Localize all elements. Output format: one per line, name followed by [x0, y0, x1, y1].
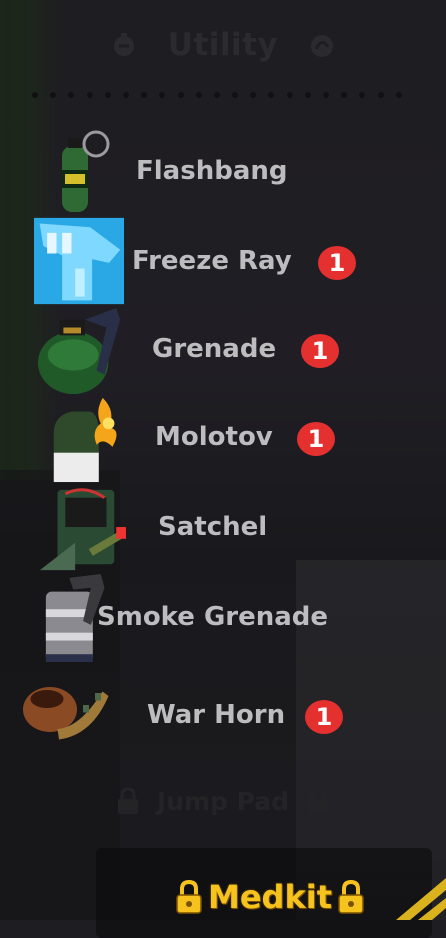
utility-icon: [113, 33, 134, 56]
list-item-freeze-ray[interactable]: Freeze Ray 1: [0, 217, 446, 305]
list-item-flashbang[interactable]: Flashbang: [0, 128, 446, 214]
list-item-war-horn[interactable]: War Horn 1: [0, 672, 446, 758]
panel-header: Utility: [0, 22, 446, 68]
list-item-grenade[interactable]: Grenade 1: [0, 306, 446, 395]
utility-icon-right: [311, 35, 334, 57]
lock-icon: [117, 787, 138, 814]
header-divider: [32, 92, 402, 98]
notification-badge: 1: [318, 246, 356, 280]
item-label: Molotov: [155, 422, 273, 452]
item-label: Freeze Ray: [132, 246, 292, 276]
item-label: Smoke Grenade: [97, 602, 329, 632]
item-label: Flashbang: [136, 156, 288, 186]
satchel-icon: [39, 488, 126, 571]
highlight-stripe: [396, 878, 446, 920]
gold-lock-icon: [176, 879, 202, 914]
list-item-smoke-grenade[interactable]: Smoke Grenade: [0, 574, 446, 663]
molotov-icon: [53, 397, 117, 483]
flashbang-icon: [62, 130, 110, 212]
notification-badge: 1: [297, 422, 335, 456]
page-title: Utility: [167, 27, 279, 63]
list-item-jump-pad[interactable]: Jump Pad: [0, 778, 446, 824]
item-label: War Horn: [147, 700, 286, 730]
item-label: Grenade: [152, 334, 277, 364]
gold-lock-icon: [338, 879, 364, 914]
featured-item-medkit[interactable]: Medkit: [100, 872, 440, 922]
lock-icon: [308, 787, 329, 814]
notification-badge: 1: [301, 334, 339, 368]
list-item-molotov[interactable]: Molotov 1: [0, 394, 446, 483]
item-label-locked: Jump Pad: [156, 786, 290, 816]
grenade-icon: [37, 307, 121, 395]
featured-item-label: Medkit: [208, 878, 332, 916]
notification-badge: 1: [305, 700, 343, 734]
freeze-ray-icon: [34, 217, 124, 305]
war-horn-icon: [23, 687, 109, 740]
item-label: Satchel: [158, 512, 268, 542]
list-item-satchel[interactable]: Satchel: [0, 484, 446, 571]
